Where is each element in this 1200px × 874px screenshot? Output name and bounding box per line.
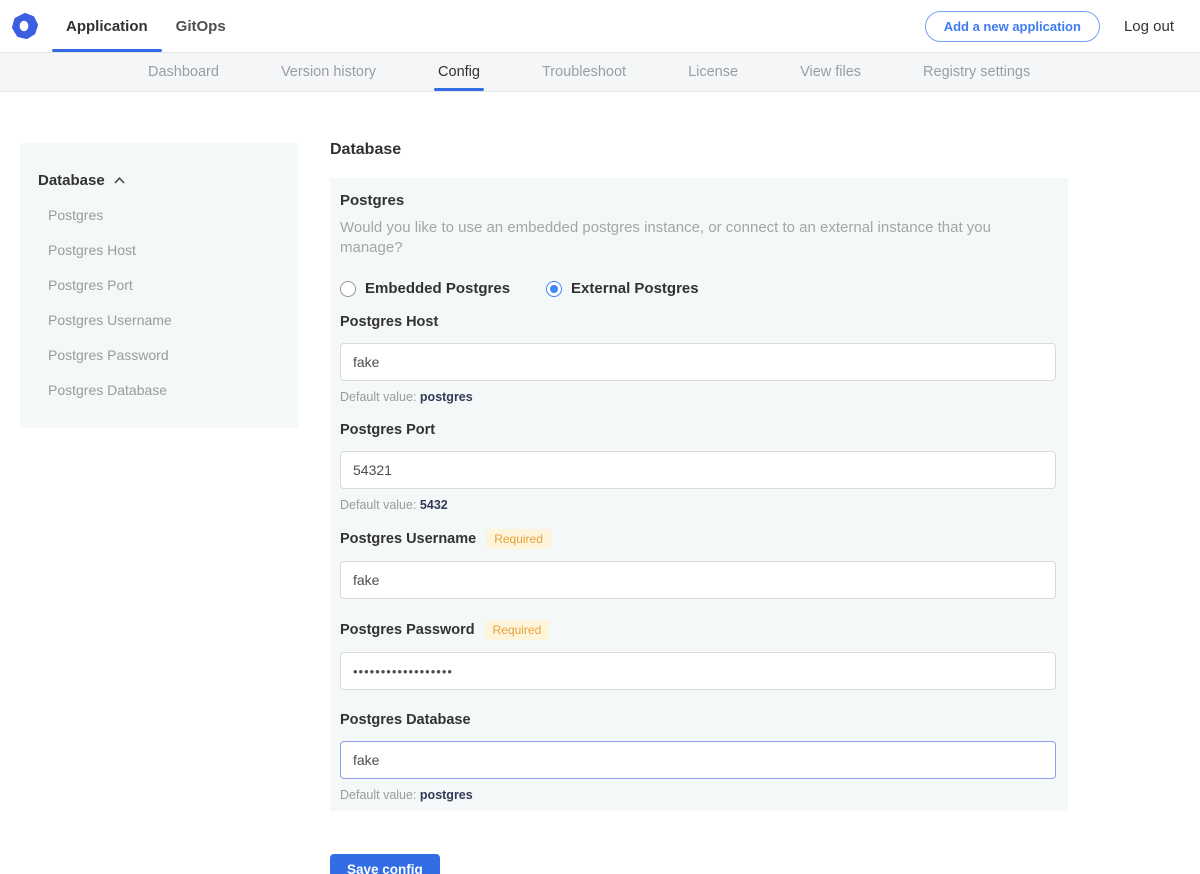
subnav-item-registry-settings[interactable]: Registry settings [923, 53, 1030, 91]
field-postgres-password: Postgres Password Required [340, 620, 1056, 690]
tab-gitops[interactable]: GitOps [162, 0, 240, 52]
sidebar-item-postgres-password[interactable]: Postgres Password [38, 346, 280, 364]
radio-embedded-label: Embedded Postgres [365, 280, 510, 297]
required-badge: Required [485, 620, 550, 640]
default-value-hint: Default value: postgres [340, 390, 1056, 405]
top-nav: Application GitOps Add a new application… [0, 0, 1200, 52]
radio-unchecked-icon [340, 281, 356, 297]
sidebar-item-postgres-username[interactable]: Postgres Username [38, 311, 280, 329]
postgres-database-input[interactable] [340, 741, 1056, 779]
sidebar-item-postgres[interactable]: Postgres [38, 206, 280, 224]
subnav-item-view-files[interactable]: View files [800, 53, 861, 91]
postgres-password-input[interactable] [340, 652, 1056, 690]
default-value-hint: Default value: 5432 [340, 498, 1056, 513]
top-nav-right: Add a new application Log out [925, 0, 1200, 52]
sidebar-group-label: Database [38, 172, 105, 189]
default-value-hint: Default value: postgres [340, 788, 1056, 803]
field-postgres-username: Postgres Username Required [340, 529, 1056, 599]
required-badge: Required [486, 529, 551, 549]
default-value: postgres [420, 390, 473, 404]
default-value: postgres [420, 788, 473, 802]
chevron-up-icon [114, 177, 125, 184]
field-label: Postgres Host [340, 313, 438, 331]
subnav-item-dashboard[interactable]: Dashboard [148, 53, 219, 91]
config-item-help: Would you like to use an embedded postgr… [340, 218, 1056, 258]
logout-link[interactable]: Log out [1124, 18, 1174, 35]
radio-embedded-postgres[interactable]: Embedded Postgres [340, 280, 510, 297]
postgres-port-input[interactable] [340, 451, 1056, 489]
sidebar-item-postgres-port[interactable]: Postgres Port [38, 276, 280, 294]
top-nav-tabs: Application GitOps [52, 0, 240, 52]
sidebar-item-postgres-host[interactable]: Postgres Host [38, 241, 280, 259]
add-application-button[interactable]: Add a new application [925, 11, 1100, 42]
subnav-item-config[interactable]: Config [438, 53, 480, 91]
kots-logo-icon [12, 13, 38, 39]
field-label: Postgres Password [340, 621, 475, 639]
field-label: Postgres Username [340, 530, 476, 548]
default-value: 5432 [420, 498, 448, 512]
postgres-username-input[interactable] [340, 561, 1056, 599]
config-main: Database Postgres Would you like to use … [330, 138, 1068, 874]
field-postgres-host: Postgres Host Default value: postgres [340, 313, 1056, 405]
config-sidebar: Database Postgres Postgres Host Postgres… [20, 143, 298, 428]
field-label: Postgres Database [340, 711, 471, 729]
field-postgres-port: Postgres Port Default value: 5432 [340, 421, 1056, 513]
subnav-item-troubleshoot[interactable]: Troubleshoot [542, 53, 626, 91]
tab-application[interactable]: Application [52, 0, 162, 52]
subnav-item-version-history[interactable]: Version history [281, 53, 376, 91]
sidebar-item-postgres-database[interactable]: Postgres Database [38, 381, 280, 399]
app-logo [10, 0, 52, 52]
secondary-nav: Dashboard Version history Config Trouble… [0, 52, 1200, 92]
tab-application-label: Application [66, 18, 148, 35]
sidebar-group-database[interactable]: Database [38, 172, 280, 189]
subnav-item-license[interactable]: License [688, 53, 738, 91]
config-group-panel: Postgres Would you like to use an embedd… [330, 178, 1068, 811]
config-item-title: Postgres [340, 192, 1056, 210]
radio-external-label: External Postgres [571, 280, 699, 297]
field-label: Postgres Port [340, 421, 435, 439]
postgres-host-input[interactable] [340, 343, 1056, 381]
save-config-button[interactable]: Save config [330, 854, 440, 874]
sidebar-item-list: Postgres Postgres Host Postgres Port Pos… [38, 206, 280, 399]
page-title: Database [330, 138, 1068, 162]
field-postgres-database: Postgres Database Default value: postgre… [340, 711, 1056, 803]
page-body: Database Postgres Postgres Host Postgres… [0, 92, 1200, 874]
radio-external-postgres[interactable]: External Postgres [546, 280, 699, 297]
radio-checked-icon [546, 281, 562, 297]
postgres-radio-group: Embedded Postgres External Postgres [340, 280, 1056, 297]
tab-gitops-label: GitOps [176, 18, 226, 35]
